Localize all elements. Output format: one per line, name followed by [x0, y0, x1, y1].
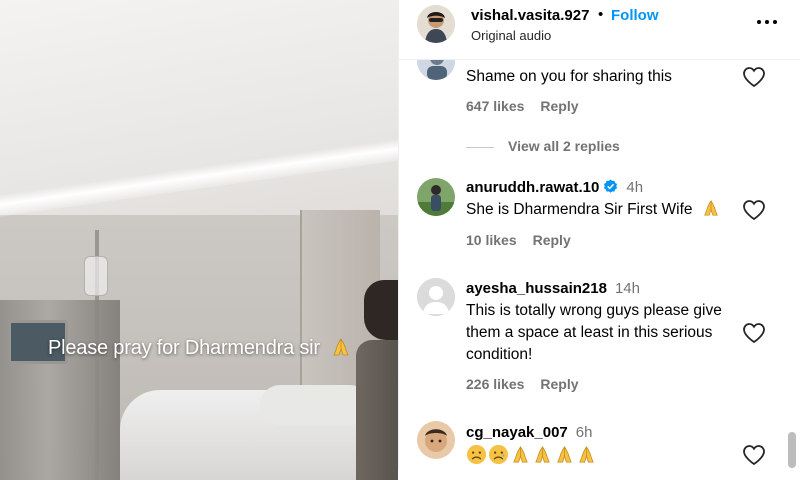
comment-text: She is Dharmendra Sir First Wife [466, 199, 744, 221]
comment-time: 14h [614, 280, 640, 297]
sad-face-icon [488, 444, 509, 465]
comment-time: 4h [626, 179, 644, 196]
replies-divider [466, 146, 494, 148]
comment-username[interactable]: ayesha_hussain218 [466, 280, 607, 297]
folded-hands-icon [535, 446, 550, 463]
comment-username[interactable]: cg_nayak_007 [466, 424, 568, 441]
avatar-photo-icon [417, 5, 455, 43]
video-person-head [364, 280, 398, 340]
view-replies-button[interactable]: View all 2 replies [466, 138, 620, 154]
folded-hands-icon [333, 338, 349, 356]
reply-button[interactable]: Reply [540, 98, 578, 114]
folded-hands-icon [557, 446, 572, 463]
author-username[interactable]: vishal.vasita.927 [471, 7, 589, 24]
comment-user-row: anuruddh.rawat.10 4h [466, 179, 643, 196]
comment-emojis [466, 444, 744, 472]
comment-time: 6h [575, 424, 593, 441]
sad-face-icon [466, 444, 487, 465]
video-caption: Please pray for Dharmendra sir [48, 337, 352, 360]
like-heart-icon[interactable] [742, 66, 766, 88]
comment-text: Shame on you for sharing this [466, 68, 672, 85]
folded-hands-icon [579, 446, 594, 463]
comments-list[interactable]: Shame on you for sharing this 647 likes R… [399, 0, 800, 480]
video-iv-bag [84, 256, 108, 296]
comment-likes[interactable]: 10 likes [466, 232, 517, 248]
more-options-icon[interactable] [755, 14, 779, 30]
panel-bottom-edge [398, 470, 800, 480]
like-heart-icon[interactable] [742, 444, 766, 466]
comment-meta: 647 likes Reply [466, 98, 579, 114]
video-player[interactable]: Please pray for Dharmendra sir [0, 0, 398, 480]
header-separator: • [598, 6, 604, 23]
comment-likes[interactable]: 226 likes [466, 376, 524, 392]
reel-viewer: Please pray for Dharmendra sir Shame on … [0, 0, 800, 480]
avatar-photo-icon [417, 421, 455, 459]
author-avatar[interactable] [417, 5, 455, 43]
like-heart-icon[interactable] [742, 322, 766, 344]
comment-text-content: She is Dharmendra Sir First Wife [466, 201, 693, 218]
comment-text: This is totally wrong guys please give t… [466, 302, 722, 363]
commenter-avatar[interactable] [417, 178, 455, 216]
audio-link[interactable]: Original audio [471, 28, 551, 43]
commenter-avatar[interactable] [417, 278, 455, 316]
reply-button[interactable]: Reply [533, 232, 571, 248]
comment-likes[interactable]: 647 likes [466, 98, 524, 114]
like-heart-icon[interactable] [742, 199, 766, 221]
folded-hands-icon [704, 200, 718, 216]
default-avatar-icon [417, 278, 455, 316]
post-header: vishal.vasita.927 • Follow Original audi… [399, 0, 800, 60]
folded-hands-icon [513, 446, 528, 463]
comment-user-row: ayesha_hussain218 14h [466, 280, 640, 297]
view-replies-label: View all 2 replies [508, 138, 620, 154]
comment-user-row: cg_nayak_007 6h [466, 424, 592, 441]
follow-button[interactable]: Follow [611, 7, 659, 24]
commenter-avatar[interactable] [417, 421, 455, 459]
video-pillow [260, 385, 370, 425]
verified-badge-icon [604, 179, 618, 193]
comment-username[interactable]: anuruddh.rawat.10 [466, 179, 599, 196]
comments-panel: Shame on you for sharing this 647 likes R… [398, 0, 800, 480]
comment-meta: 226 likes Reply [466, 376, 579, 392]
video-caption-text: Please pray for Dharmendra sir [48, 337, 320, 359]
video-person-body [356, 340, 398, 480]
reply-button[interactable]: Reply [540, 376, 578, 392]
avatar-photo-icon [417, 178, 455, 216]
comments-scrollbar[interactable] [788, 432, 796, 468]
comment-meta: 10 likes Reply [466, 232, 571, 248]
emoji-row [466, 444, 597, 465]
